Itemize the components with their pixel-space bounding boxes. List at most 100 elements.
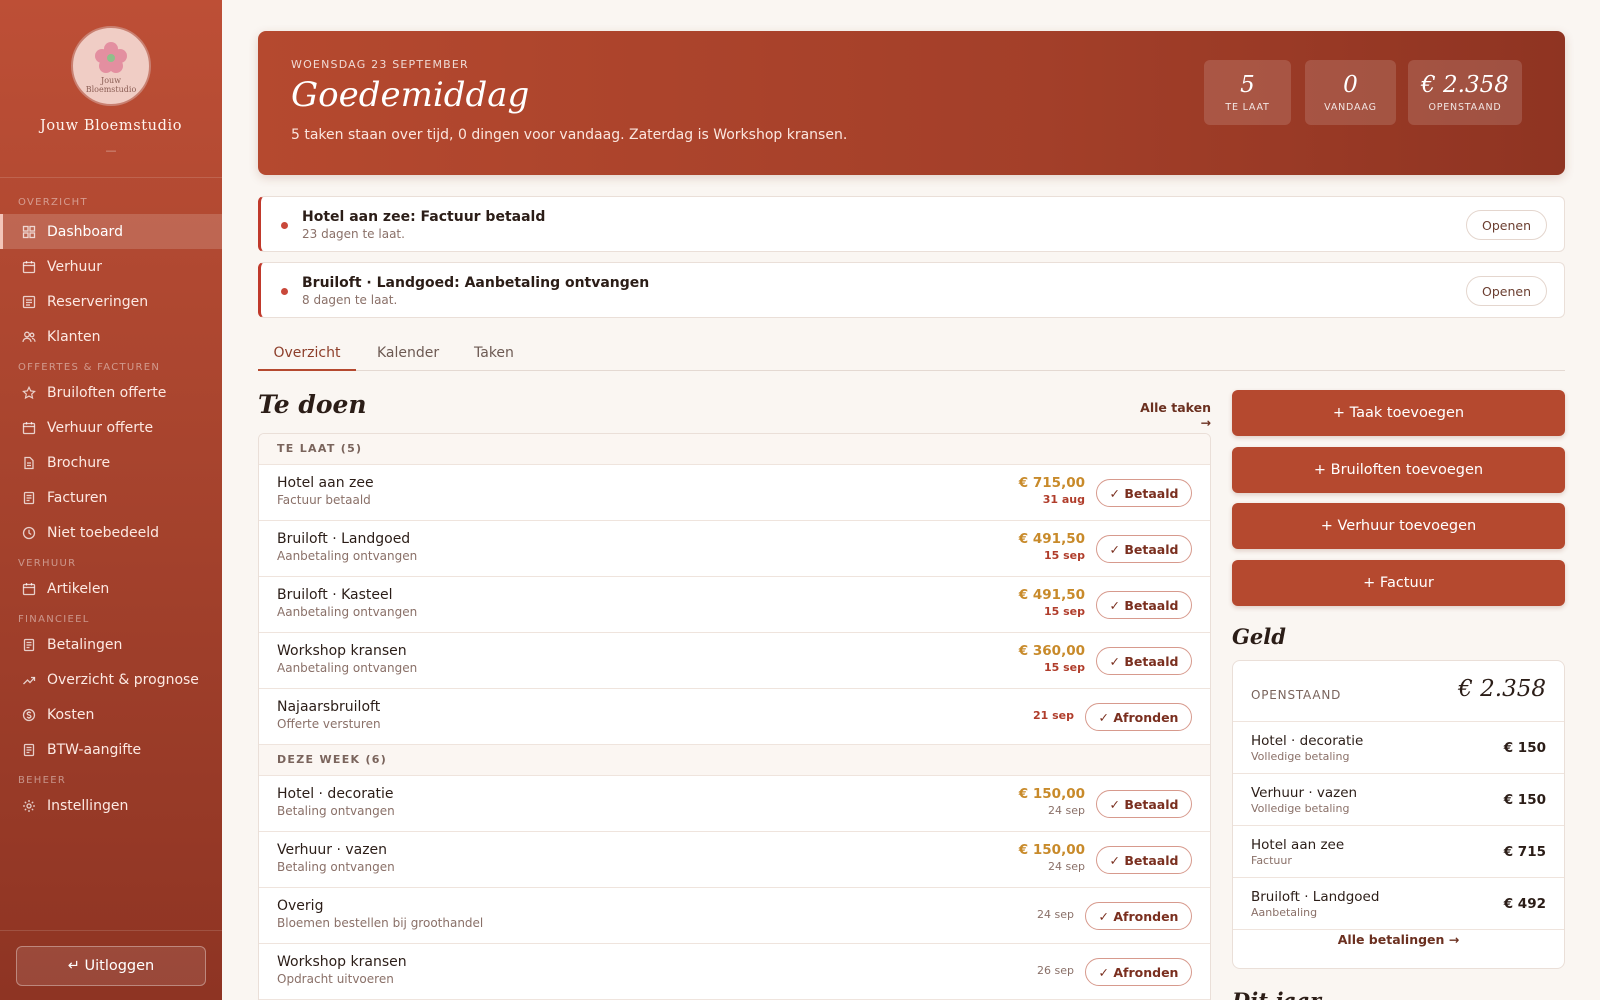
invoice-icon (22, 743, 36, 757)
all-payments-link[interactable]: Alle betalingen → (1233, 932, 1564, 947)
todo-subtitle: Aanbetaling ontvangen (277, 661, 418, 675)
todo-row[interactable]: Workshop kransen Aanbetaling ontvangen € … (259, 633, 1210, 689)
greeting-title: Goedemiddag (291, 75, 530, 115)
todo-row[interactable]: Bruiloft · Landgoed Aanbetaling ontvange… (259, 521, 1210, 577)
todo-row[interactable]: Workshop kransen Opdracht uitvoeren 26 se… (259, 944, 1210, 1000)
sidebar-item-facturen[interactable]: Facturen (0, 480, 222, 515)
logout-button[interactable]: ↵ Uitloggen (16, 946, 206, 986)
sidebar-item-label: Facturen (47, 489, 108, 506)
tab-overzicht[interactable]: Overzicht (258, 345, 356, 371)
payment-row[interactable]: Hotel · decoratie Volledige betaling € 1… (1233, 722, 1564, 774)
sidebar-item-dashboard[interactable]: Dashboard (0, 214, 222, 249)
sidebar-item-artikelen[interactable]: Artikelen (0, 571, 222, 606)
add-invoice-button[interactable]: + Factuur (1232, 560, 1565, 606)
mark-paid-button[interactable]: ✓ Betaald (1096, 846, 1192, 874)
todo-row[interactable]: Verhuur · vazen Betaling ontvangen € 150,… (259, 832, 1210, 888)
logout-area: ↵ Uitloggen (0, 930, 222, 1000)
sidebar-item-instellingen[interactable]: Instellingen (0, 788, 222, 823)
sidebar-item-kosten[interactable]: Kosten (0, 697, 222, 732)
todo-row[interactable]: Hotel aan zee Factuur betaald € 715,00 31 … (259, 465, 1210, 521)
add-rental-button[interactable]: + Verhuur toevoegen (1232, 503, 1565, 549)
payment-amount: € 492 (1503, 896, 1546, 912)
sidebar-item-label: Bruiloften offerte (47, 384, 167, 401)
alert-title: Hotel aan zee: Factuur betaald (302, 209, 546, 225)
todo-row[interactable]: Bruiloft · Kasteel Aanbetaling ontvangen… (259, 577, 1210, 633)
view-tabs: Overzicht Kalender Taken (258, 335, 1565, 371)
open-button[interactable]: Openen (1466, 210, 1547, 240)
sidebar-item-label: Klanten (47, 328, 101, 345)
sidebar-item-klanten[interactable]: Klanten (0, 319, 222, 354)
payment-row[interactable]: Hotel aan zee Factuur € 715 (1233, 826, 1564, 878)
add-wedding-button[interactable]: + Bruiloften toevoegen (1232, 447, 1565, 493)
sidebar-item-verhuur-offerte[interactable]: Verhuur offerte (0, 410, 222, 445)
sidebar-item-reserveringen[interactable]: Reserveringen (0, 284, 222, 319)
tab-kalender[interactable]: Kalender (377, 345, 439, 371)
nav-section-label: VERHUUR (18, 558, 77, 569)
payment-row[interactable]: Bruiloft · Landgoed Aanbetaling € 492 (1233, 878, 1564, 930)
todo-row[interactable]: Najaarsbruiloft Offerte versturen 21 sep ✓… (259, 689, 1210, 745)
sidebar-item-label: Verhuur (47, 258, 102, 275)
todo-name: Hotel aan zee (277, 475, 374, 491)
stat-openstaand[interactable]: € 2.358 OPENSTAAND (1408, 60, 1522, 125)
alert-subtitle: 8 dagen te laat. (302, 293, 398, 307)
tab-taken[interactable]: Taken (474, 345, 514, 371)
sidebar-item-verhuur[interactable]: Verhuur (0, 249, 222, 284)
payment-name: Bruiloft · Landgoed (1251, 889, 1380, 905)
todo-name: Bruiloft · Landgoed (277, 531, 411, 547)
payment-amount: € 150 (1503, 740, 1546, 756)
open-button[interactable]: Openen (1466, 276, 1547, 306)
todo-group-header: DEZE WEEK (6) (259, 745, 1210, 776)
stat-value: 0 (1343, 72, 1358, 98)
sidebar-item-bruiloften-offerte[interactable]: Bruiloften offerte (0, 375, 222, 410)
payment-type: Volledige betaling (1251, 750, 1350, 763)
nav-section-label: BEHEER (18, 775, 67, 786)
sidebar-item-label: Artikelen (47, 580, 110, 597)
complete-button[interactable]: ✓ Afronden (1085, 958, 1192, 986)
sidebar-item-label: Overzicht & prognose (47, 671, 199, 688)
invoice-icon (22, 638, 36, 652)
todo-row[interactable]: Overig Bloemen bestellen bij groothandel… (259, 888, 1210, 944)
complete-button[interactable]: ✓ Afronden (1085, 902, 1192, 930)
dollar-icon (22, 708, 36, 722)
mark-paid-button[interactable]: ✓ Betaald (1096, 647, 1192, 675)
document-icon (22, 456, 36, 470)
calendar-icon (22, 421, 36, 435)
payment-type: Volledige betaling (1251, 802, 1350, 815)
mark-paid-button[interactable]: ✓ Betaald (1096, 535, 1192, 563)
sidebar-item-label: Brochure (47, 454, 111, 471)
sidebar-item-brochure[interactable]: Brochure (0, 445, 222, 480)
this-year-title: Dit jaar (1232, 988, 1321, 1000)
grid-icon (22, 225, 36, 239)
sidebar-item-label: Kosten (47, 706, 95, 723)
todo-date: 15 sep (1043, 549, 1085, 562)
todo-name: Najaarsbruiloft (277, 699, 381, 715)
stat-te-laat[interactable]: 5 TE LAAT (1204, 60, 1291, 125)
complete-button[interactable]: ✓ Afronden (1085, 703, 1192, 731)
todo-subtitle: Opdracht uitvoeren (277, 972, 394, 986)
sidebar-item-overzicht-prognose[interactable]: Overzicht & prognose (0, 662, 222, 697)
add-task-button[interactable]: + Taak toevoegen (1232, 390, 1565, 436)
calendar-icon (22, 582, 36, 596)
mark-paid-button[interactable]: ✓ Betaald (1096, 591, 1192, 619)
nav-section-label: OFFERTES & FACTUREN (18, 362, 161, 373)
payment-row[interactable]: Verhuur · vazen Volledige betaling € 150 (1233, 774, 1564, 826)
todo-row[interactable]: Hotel · decoratie Betaling ontvangen € 15… (259, 776, 1210, 832)
stat-vandaag[interactable]: 0 VANDAAG (1305, 60, 1396, 125)
sidebar-item-betalingen[interactable]: Betalingen (0, 627, 222, 662)
greeting-banner: WOENSDAG 23 SEPTEMBER Goedemiddag 5 take… (258, 31, 1565, 175)
mark-paid-button[interactable]: ✓ Betaald (1096, 790, 1192, 818)
stat-value: 5 (1240, 72, 1255, 98)
todo-date: 24 sep (1048, 804, 1085, 817)
all-tasks-link[interactable]: Alle taken → (1128, 400, 1211, 430)
outstanding-header: OPENSTAAND € 2.358 (1233, 661, 1564, 722)
sidebar-item-niet-toebedeeld[interactable]: Niet toebedeeld (0, 515, 222, 550)
sidebar-item-label: Niet toebedeeld (47, 524, 159, 541)
todo-subtitle: Betaling ontvangen (277, 860, 395, 874)
payment-name: Verhuur · vazen (1251, 785, 1358, 801)
todo-amount: € 715,00 (1018, 475, 1085, 491)
sidebar-item-btw-aangifte[interactable]: BTW-aangifte (0, 732, 222, 767)
stat-label: OPENSTAAND (1428, 102, 1502, 113)
mark-paid-button[interactable]: ✓ Betaald (1096, 479, 1192, 507)
todo-date: 15 sep (1043, 661, 1085, 674)
current-date: WOENSDAG 23 SEPTEMBER (291, 58, 469, 71)
